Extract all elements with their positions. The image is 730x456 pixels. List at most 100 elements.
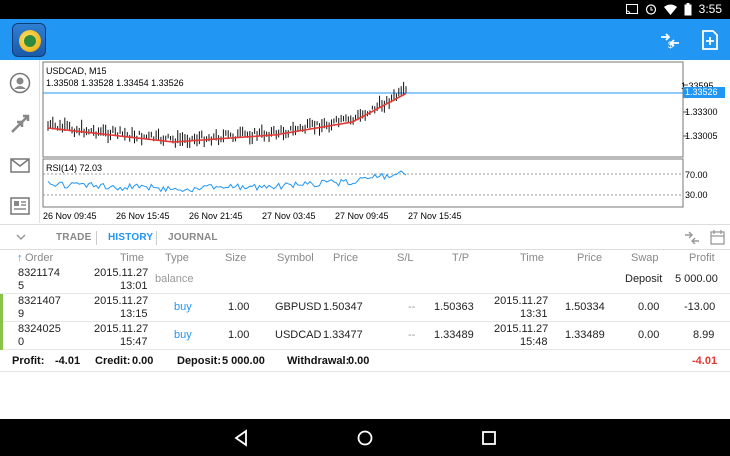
- col-type[interactable]: Type: [165, 252, 189, 264]
- symbol-value: GBPUSD: [275, 301, 322, 313]
- quotes-icon[interactable]: [9, 72, 31, 94]
- price-value: 1.33477: [323, 329, 363, 341]
- time-label: 26 Nov 15:45: [116, 211, 170, 221]
- main-chart-frame: [42, 61, 684, 158]
- swap-value: 0.00: [638, 329, 660, 341]
- calendar-icon[interactable]: [710, 229, 725, 245]
- time-label: 26 Nov 09:45: [43, 211, 97, 221]
- time-label: 26 Nov 21:45: [189, 211, 243, 221]
- order-number-cont: 9: [18, 308, 25, 320]
- col-sl[interactable]: S/L: [397, 252, 414, 264]
- deposit-label: Deposit: [625, 273, 663, 285]
- col-tp[interactable]: T/P: [452, 252, 469, 264]
- rsi-frame: [42, 158, 684, 208]
- table-row[interactable]: 8321407 9 2015.11.27 13:15 buy 1.00 GBPU…: [0, 294, 730, 322]
- trade-arrows-icon[interactable]: [9, 113, 31, 135]
- sl-value: --: [408, 329, 416, 341]
- open-date: 2015.11.27: [94, 267, 149, 279]
- chart-ohlc: 1.33508 1.33528 1.33454 1.33526: [46, 78, 184, 88]
- chevron-down-icon[interactable]: [16, 234, 26, 241]
- order-type: buy: [174, 329, 192, 341]
- profit-value: -13.00: [684, 301, 716, 313]
- close-date: 2015.11.27: [494, 323, 549, 335]
- col-close-time[interactable]: Time: [520, 252, 544, 264]
- tab-history[interactable]: HISTORY: [108, 232, 153, 243]
- close-time: 15:48: [520, 336, 548, 348]
- summary-credit-value: 0.00: [132, 355, 154, 367]
- tab-divider: [156, 231, 157, 245]
- price-value: 1.50347: [323, 301, 363, 313]
- order-number: 8321174: [18, 267, 61, 279]
- status-bar: 3:55: [0, 0, 730, 19]
- summary-profit-label: Profit:: [12, 355, 45, 367]
- alarm-icon: [645, 4, 656, 15]
- history-table-header: ↑ Order Time Type Size Symbol Price S/L …: [0, 250, 730, 266]
- order-number: 8324025: [18, 323, 61, 335]
- left-navigation: [0, 60, 40, 223]
- wifi-icon: [663, 4, 677, 15]
- order-type: balance: [155, 273, 194, 285]
- current-price-value: 1.33526: [685, 87, 718, 97]
- size-value: 1.00: [228, 329, 250, 341]
- home-icon[interactable]: [356, 429, 374, 447]
- size-value: 1.00: [228, 301, 250, 313]
- order-number: 8321407: [18, 295, 61, 307]
- buy-marker: [0, 294, 3, 322]
- col-time[interactable]: Time: [120, 252, 144, 264]
- chart-canvas[interactable]: USDCAD, M15 1.33508 1.33528 1.33454 1.33…: [40, 60, 730, 223]
- period-icon[interactable]: [684, 230, 700, 246]
- one-click-trading-icon[interactable]: $: [659, 29, 681, 51]
- news-icon[interactable]: [9, 195, 31, 217]
- close-time: 13:31: [520, 308, 548, 320]
- summary-deposit-value: 5 000.00: [222, 355, 265, 367]
- close-price-value: 1.33489: [565, 329, 605, 341]
- profit-value: 5 000.00: [675, 273, 718, 285]
- summary-profit-value: -4.01: [55, 355, 81, 367]
- table-row[interactable]: 8324025 0 2015.11.27 15:47 buy 1.00 USDC…: [0, 322, 730, 350]
- swap-value: 0.00: [638, 301, 660, 313]
- summary-total: -4.01: [692, 355, 718, 367]
- sort-arrow-icon[interactable]: ↑: [17, 252, 23, 264]
- time-label: 27 Nov 15:45: [408, 211, 462, 221]
- tab-journal[interactable]: JOURNAL: [168, 232, 218, 243]
- table-row[interactable]: 8321174 5 2015.11.27 13:01 balance Depos…: [0, 266, 730, 294]
- col-order[interactable]: Order: [25, 252, 53, 264]
- app-logo-icon[interactable]: [12, 23, 46, 57]
- col-profit[interactable]: Profit: [689, 252, 715, 264]
- chart-symbol-title: USDCAD, M15: [46, 66, 107, 76]
- buy-marker: [0, 322, 3, 350]
- svg-text:$: $: [668, 40, 673, 50]
- order-number-cont: 5: [18, 280, 25, 292]
- cast-icon: [625, 3, 638, 14]
- close-price-value: 1.50334: [565, 301, 605, 313]
- profit-value: 8.99: [693, 329, 715, 341]
- summary-credit-label: Credit:: [95, 355, 131, 367]
- col-symbol[interactable]: Symbol: [277, 252, 314, 264]
- summary-withdrawal-label: Withdrawal:: [287, 355, 350, 367]
- price-level-3: 1.33005: [685, 131, 718, 141]
- open-time: 13:15: [120, 308, 148, 320]
- rsi-level-30: 30.00: [685, 190, 708, 200]
- battery-icon: [684, 2, 692, 15]
- time-label: 27 Nov 03:45: [262, 211, 316, 221]
- col-price[interactable]: Price: [333, 252, 358, 264]
- open-date: 2015.11.27: [94, 295, 149, 307]
- col-size[interactable]: Size: [225, 252, 246, 264]
- tab-trade[interactable]: TRADE: [56, 232, 91, 243]
- time-label: 27 Nov 09:45: [335, 211, 389, 221]
- price-chart[interactable]: USDCAD, M15 1.33508 1.33528 1.33454 1.33…: [40, 60, 730, 223]
- order-type: buy: [174, 301, 192, 313]
- summary-deposit-label: Deposit:: [177, 355, 221, 367]
- order-number-cont: 0: [18, 336, 25, 348]
- summary-withdrawal-value: 0.00: [348, 355, 370, 367]
- recents-icon[interactable]: [480, 429, 498, 447]
- rsi-label: RSI(14) 72.03: [46, 163, 102, 173]
- col-close-price[interactable]: Price: [577, 252, 602, 264]
- tp-value: 1.50363: [434, 301, 474, 313]
- col-swap[interactable]: Swap: [631, 252, 659, 264]
- back-icon[interactable]: [232, 429, 250, 447]
- close-date: 2015.11.27: [494, 295, 549, 307]
- new-order-icon[interactable]: [699, 29, 721, 51]
- mail-icon[interactable]: [9, 154, 31, 176]
- system-navigation-bar: [0, 419, 730, 456]
